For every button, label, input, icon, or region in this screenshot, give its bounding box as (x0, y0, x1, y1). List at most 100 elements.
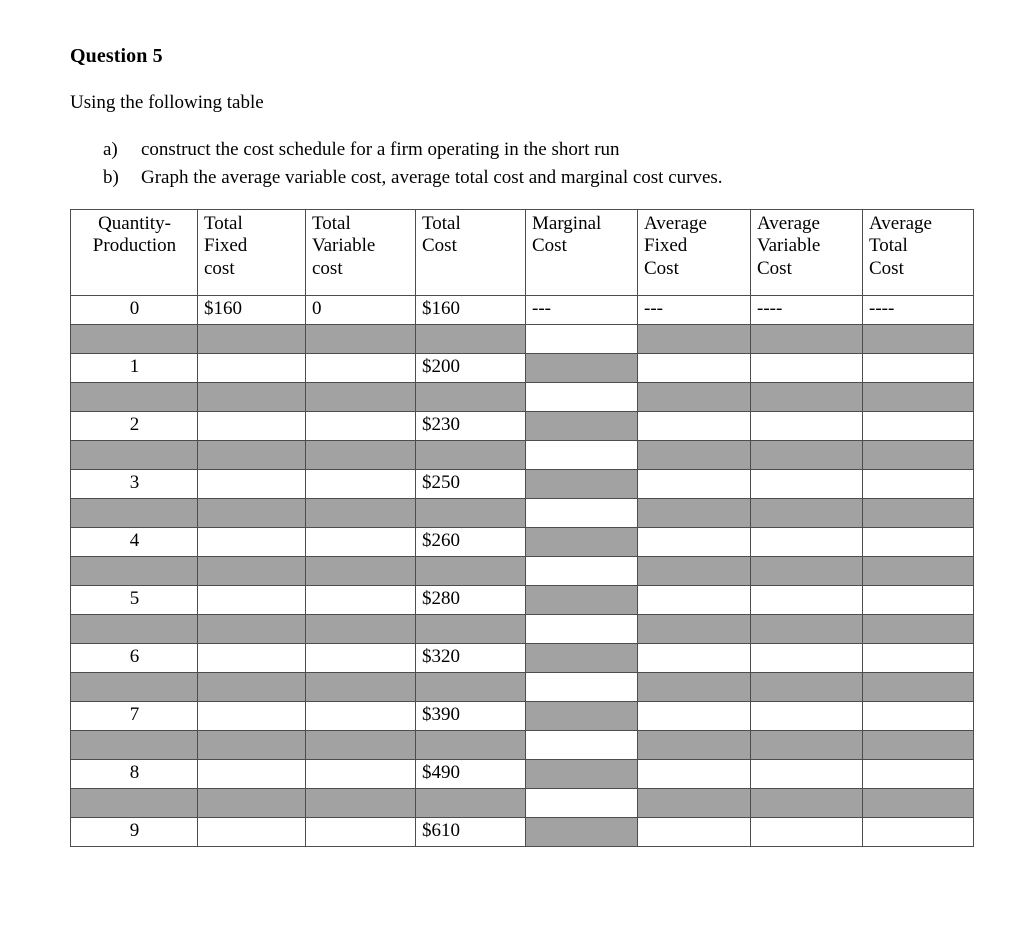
cell-quantity: 8 (70, 759, 198, 790)
cell-total-variable-cost[interactable] (305, 585, 416, 616)
cell-quantity: 3 (70, 469, 198, 500)
cell-average-total-cost[interactable] (862, 411, 974, 442)
cell-total-fixed-cost[interactable] (197, 817, 306, 848)
cell-average-total-cost[interactable]: ---- (862, 295, 974, 326)
header-line: Cost (644, 257, 679, 279)
spacer-cell-marginal-cost[interactable] (525, 730, 638, 761)
cell-average-total-cost[interactable] (862, 585, 974, 616)
cell-marginal-cost[interactable] (525, 585, 638, 616)
cell-total-variable-cost[interactable] (305, 411, 416, 442)
spacer-cell-marginal-cost[interactable] (525, 498, 638, 529)
cell-total-variable-cost[interactable] (305, 701, 416, 732)
document-page: Question 5 Using the following table a) … (0, 0, 1024, 935)
cell-total-fixed-cost[interactable] (197, 411, 306, 442)
cell-total-variable-cost[interactable] (305, 469, 416, 500)
cell-average-fixed-cost[interactable] (637, 817, 751, 848)
table-header-row: Quantity- Production Total Fixed cost Total… (70, 209, 974, 297)
table-spacer-row (70, 324, 974, 355)
cell-total-fixed-cost[interactable]: $160 (197, 295, 306, 326)
spacer-cell-marginal-cost[interactable] (525, 440, 638, 471)
cell-average-fixed-cost[interactable] (637, 469, 751, 500)
cell-average-fixed-cost[interactable] (637, 411, 751, 442)
header-line: Cost (869, 257, 904, 279)
table-row: 8 $490 (70, 759, 974, 790)
header-line: Marginal (532, 213, 602, 235)
spacer-cell-average-total-cost (862, 498, 974, 529)
cell-total-fixed-cost[interactable] (197, 353, 306, 384)
cell-average-variable-cost[interactable] (750, 469, 863, 500)
cell-marginal-cost[interactable] (525, 353, 638, 384)
spacer-cell-average-fixed-cost (637, 788, 751, 819)
cell-marginal-cost[interactable] (525, 469, 638, 500)
cell-average-variable-cost[interactable] (750, 759, 863, 790)
spacer-cell-total-variable-cost (305, 498, 416, 529)
cell-total-variable-cost[interactable] (305, 759, 416, 790)
spacer-cell-average-total-cost (862, 788, 974, 819)
cell-marginal-cost[interactable] (525, 643, 638, 674)
cell-total-fixed-cost[interactable] (197, 759, 306, 790)
cell-average-fixed-cost[interactable] (637, 759, 751, 790)
cell-average-variable-cost[interactable] (750, 585, 863, 616)
cell-average-variable-cost[interactable] (750, 643, 863, 674)
cell-average-total-cost[interactable] (862, 527, 974, 558)
cell-total-fixed-cost[interactable] (197, 701, 306, 732)
cell-marginal-cost[interactable]: --- (525, 295, 638, 326)
cell-average-total-cost[interactable] (862, 701, 974, 732)
cell-average-variable-cost[interactable]: ---- (750, 295, 863, 326)
cell-total-variable-cost[interactable] (305, 527, 416, 558)
cell-average-fixed-cost[interactable] (637, 701, 751, 732)
cell-marginal-cost[interactable] (525, 527, 638, 558)
cell-value: 1 (129, 356, 140, 378)
spacer-cell-total-variable-cost (305, 730, 416, 761)
spacer-cell-average-total-cost (862, 730, 974, 761)
cell-total-variable-cost[interactable] (305, 817, 416, 848)
cell-total-variable-cost[interactable] (305, 643, 416, 674)
spacer-cell-marginal-cost[interactable] (525, 788, 638, 819)
cell-quantity: 1 (70, 353, 198, 384)
cell-average-total-cost[interactable] (862, 643, 974, 674)
cell-total-fixed-cost[interactable] (197, 527, 306, 558)
header-line: Average (757, 213, 820, 235)
cell-average-total-cost[interactable] (862, 353, 974, 384)
spacer-cell-total-fixed-cost (197, 440, 306, 471)
cell-total-cost: $280 (415, 585, 526, 616)
page-title: Question 5 (70, 45, 163, 67)
cell-average-fixed-cost[interactable]: --- (637, 295, 751, 326)
table-spacer-row (70, 614, 974, 645)
cell-marginal-cost[interactable] (525, 701, 638, 732)
spacer-cell-total-fixed-cost (197, 788, 306, 819)
cell-total-fixed-cost[interactable] (197, 585, 306, 616)
cell-average-variable-cost[interactable] (750, 701, 863, 732)
cell-average-fixed-cost[interactable] (637, 643, 751, 674)
cell-average-variable-cost[interactable] (750, 817, 863, 848)
cell-total-variable-cost[interactable]: 0 (305, 295, 416, 326)
cell-average-fixed-cost[interactable] (637, 585, 751, 616)
cell-average-total-cost[interactable] (862, 759, 974, 790)
cell-average-fixed-cost[interactable] (637, 353, 751, 384)
spacer-cell-average-variable-cost (750, 730, 863, 761)
cell-total-variable-cost[interactable] (305, 353, 416, 384)
spacer-cell-total-variable-cost (305, 382, 416, 413)
cell-average-fixed-cost[interactable] (637, 527, 751, 558)
cell-average-variable-cost[interactable] (750, 411, 863, 442)
cell-average-variable-cost[interactable] (750, 353, 863, 384)
spacer-cell-quantity (70, 440, 198, 471)
column-header-quantity: Quantity- Production (70, 209, 198, 297)
task-text-a: construct the cost schedule for a firm o… (141, 138, 620, 160)
spacer-cell-marginal-cost[interactable] (525, 556, 638, 587)
spacer-cell-marginal-cost[interactable] (525, 324, 638, 355)
column-header-total-variable-cost: Total Variable cost (305, 209, 416, 297)
cell-marginal-cost[interactable] (525, 759, 638, 790)
spacer-cell-marginal-cost[interactable] (525, 382, 638, 413)
spacer-cell-marginal-cost[interactable] (525, 672, 638, 703)
cell-total-fixed-cost[interactable] (197, 643, 306, 674)
cell-average-total-cost[interactable] (862, 817, 974, 848)
cell-total-fixed-cost[interactable] (197, 469, 306, 500)
spacer-cell-total-variable-cost (305, 672, 416, 703)
cell-marginal-cost[interactable] (525, 411, 638, 442)
spacer-cell-marginal-cost[interactable] (525, 614, 638, 645)
spacer-cell-quantity (70, 324, 198, 355)
cell-average-total-cost[interactable] (862, 469, 974, 500)
cell-average-variable-cost[interactable] (750, 527, 863, 558)
cell-marginal-cost[interactable] (525, 817, 638, 848)
